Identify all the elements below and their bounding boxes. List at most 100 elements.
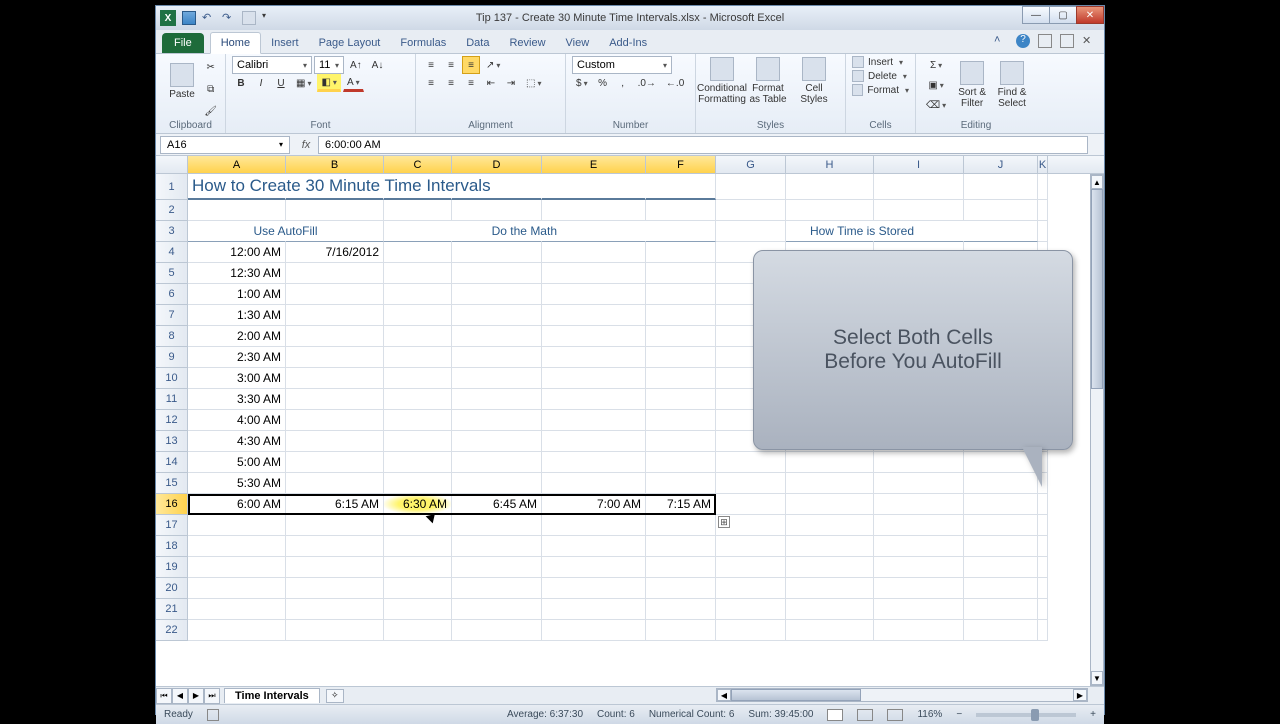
cell[interactable]: 6:15 AM [286, 494, 384, 515]
cell[interactable] [452, 473, 542, 494]
zoom-out-icon[interactable]: − [956, 709, 962, 720]
cell[interactable] [874, 536, 964, 557]
row-header[interactable]: 9 [156, 347, 188, 368]
cell[interactable] [384, 284, 452, 305]
row-header[interactable]: 18 [156, 536, 188, 557]
scroll-right-icon[interactable]: ▶ [1073, 689, 1087, 701]
decrease-decimal-icon[interactable]: ←.0 [662, 74, 688, 92]
cell[interactable] [286, 284, 384, 305]
cell[interactable] [452, 347, 542, 368]
cell[interactable] [646, 347, 716, 368]
maximize-button[interactable]: ▢ [1049, 6, 1077, 24]
cell[interactable] [452, 578, 542, 599]
cell[interactable] [384, 620, 452, 641]
cell[interactable] [542, 305, 646, 326]
clear-icon[interactable]: ⌫ [922, 96, 950, 114]
increase-decimal-icon[interactable]: .0→ [634, 74, 660, 92]
orientation-icon[interactable]: ↗ [482, 56, 504, 74]
cell[interactable] [646, 263, 716, 284]
font-color-button[interactable]: A [343, 74, 364, 92]
cell[interactable] [384, 389, 452, 410]
align-center-icon[interactable]: ≡ [442, 74, 460, 92]
view-layout-icon[interactable] [857, 709, 873, 721]
cell[interactable]: 4:30 AM [188, 431, 286, 452]
cell[interactable] [786, 452, 874, 473]
view-normal-icon[interactable] [827, 709, 843, 721]
cell[interactable] [1038, 578, 1048, 599]
cell[interactable] [874, 578, 964, 599]
cell[interactable] [384, 263, 452, 284]
cell[interactable] [646, 557, 716, 578]
cell[interactable] [716, 452, 786, 473]
col-header-e[interactable]: E [542, 156, 646, 173]
cell[interactable] [646, 389, 716, 410]
cell[interactable] [542, 536, 646, 557]
cell[interactable] [286, 578, 384, 599]
italic-button[interactable]: I [252, 74, 270, 92]
cell[interactable]: 12:00 AM [188, 242, 286, 263]
cell[interactable] [286, 557, 384, 578]
cell[interactable] [188, 599, 286, 620]
cell[interactable] [384, 599, 452, 620]
cell[interactable] [646, 515, 716, 536]
col-header-i[interactable]: I [874, 156, 964, 173]
insert-cells-button[interactable]: Insert [852, 56, 909, 68]
cell[interactable] [646, 578, 716, 599]
tab-data[interactable]: Data [456, 33, 499, 53]
cell[interactable] [1038, 221, 1048, 242]
row-header[interactable]: 21 [156, 599, 188, 620]
fill-icon[interactable]: ▣ [922, 76, 950, 94]
zoom-level[interactable]: 116% [917, 709, 942, 720]
cell[interactable] [542, 347, 646, 368]
cell[interactable] [1038, 515, 1048, 536]
cell[interactable] [964, 620, 1038, 641]
col-header-a[interactable]: A [188, 156, 286, 173]
cell[interactable] [786, 473, 874, 494]
close-button[interactable]: ✕ [1076, 6, 1104, 24]
cell[interactable] [384, 368, 452, 389]
cell[interactable] [286, 368, 384, 389]
shrink-font-icon[interactable]: A↓ [368, 56, 388, 74]
find-select-button[interactable]: Find & Select [994, 60, 1030, 110]
cell[interactable] [716, 494, 786, 515]
cell[interactable]: 12:30 AM [188, 263, 286, 284]
cell[interactable] [384, 174, 452, 200]
tab-review[interactable]: Review [499, 33, 555, 53]
minimize-button[interactable]: — [1022, 6, 1050, 24]
cell[interactable] [286, 599, 384, 620]
format-painter-icon[interactable]: 🖌 [200, 102, 221, 120]
cell[interactable] [286, 536, 384, 557]
cell[interactable] [542, 515, 646, 536]
cell[interactable] [716, 599, 786, 620]
cell[interactable] [384, 242, 452, 263]
align-right-icon[interactable]: ≡ [462, 74, 480, 92]
cell[interactable] [286, 200, 384, 221]
cell[interactable] [542, 200, 646, 221]
cell[interactable] [716, 620, 786, 641]
help-icon[interactable]: ? [1016, 34, 1030, 48]
scroll-down-icon[interactable]: ▼ [1091, 671, 1103, 685]
cell[interactable] [452, 174, 542, 200]
cell[interactable] [542, 389, 646, 410]
number-format-select[interactable]: Custom [572, 56, 672, 74]
cell[interactable] [452, 410, 542, 431]
cell[interactable] [188, 515, 286, 536]
cell[interactable] [646, 242, 716, 263]
cell[interactable] [716, 200, 786, 221]
cell[interactable]: 7:00 AM [542, 494, 646, 515]
cell[interactable] [716, 473, 786, 494]
cell[interactable] [716, 578, 786, 599]
first-sheet-icon[interactable]: ⏮ [156, 688, 172, 704]
cell[interactable] [964, 494, 1038, 515]
cell[interactable] [542, 431, 646, 452]
cell[interactable] [286, 473, 384, 494]
fx-icon[interactable]: fx [298, 139, 314, 151]
font-size-select[interactable]: 11 [314, 56, 344, 74]
next-sheet-icon[interactable]: ▶ [188, 688, 204, 704]
cell[interactable] [786, 200, 874, 221]
cell[interactable] [286, 452, 384, 473]
cell[interactable] [286, 389, 384, 410]
cell[interactable] [874, 452, 964, 473]
cell[interactable]: 6:00 AM [188, 494, 286, 515]
cell[interactable] [542, 263, 646, 284]
